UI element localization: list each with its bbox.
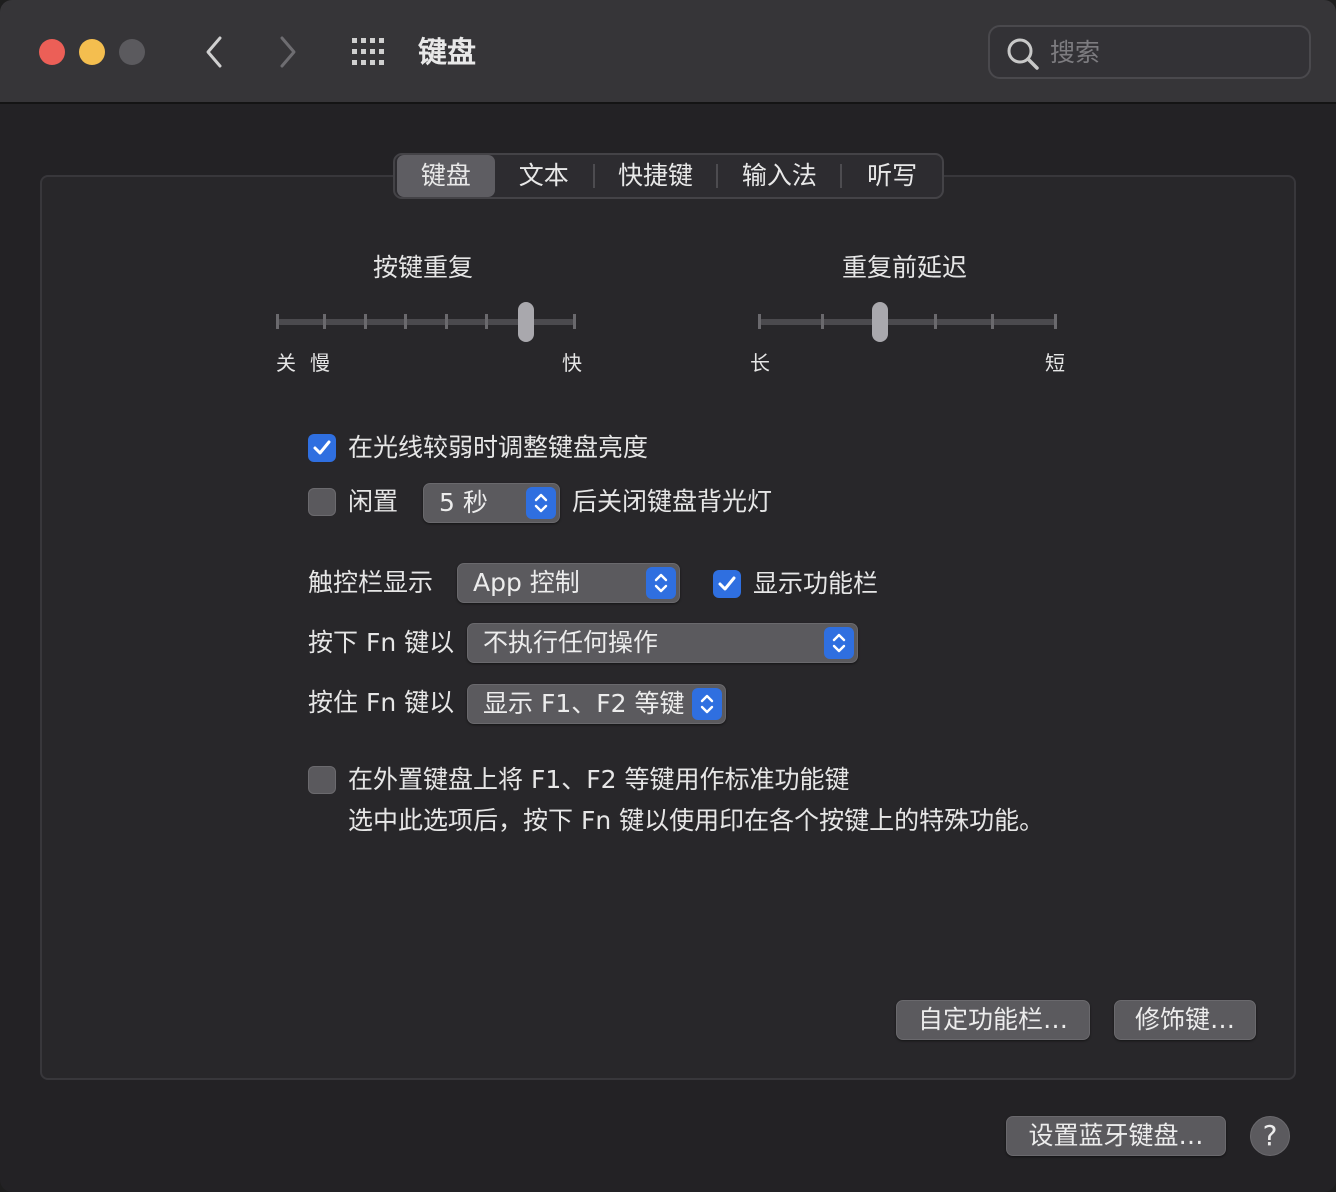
key-repeat-label-slow: 慢 (310, 351, 330, 375)
press-fn-value: 不执行任何操作 (483, 628, 659, 657)
hold-fn-label: 按住 Fn 键以 (308, 688, 455, 717)
checkmark-icon (718, 576, 736, 591)
adjust-brightness-label: 在光线较弱时调整键盘亮度 (348, 433, 649, 462)
repeat-delay-title: 重复前延迟 (842, 253, 968, 282)
touch-bar-shows-label: 触控栏显示 (308, 568, 434, 597)
updown-chevron-icon (526, 487, 556, 519)
slider-tick (485, 314, 488, 329)
customize-control-strip-button[interactable]: 自定功能栏… (896, 1000, 1090, 1040)
tab-dictation[interactable]: 听写 (842, 155, 942, 197)
show-all-grid-icon[interactable] (350, 36, 390, 68)
system-preferences-window: 键盘 键盘 文本 快捷键 输入法 听写 按键重复 关 慢 快 重 (0, 0, 1336, 1192)
close-button[interactable] (39, 39, 65, 65)
use-f-keys-label: 在外置键盘上将 F1、F2 等键用作标准功能键 (348, 765, 850, 794)
use-f-keys-checkbox[interactable] (308, 766, 336, 794)
hold-fn-value: 显示 F1、F2 等键 (483, 689, 685, 718)
search-input[interactable] (1050, 27, 1290, 77)
help-button[interactable]: ? (1250, 1116, 1290, 1156)
tab-bar: 键盘 文本 快捷键 输入法 听写 (393, 153, 944, 199)
updown-chevron-icon (646, 567, 676, 599)
back-button[interactable] (194, 30, 234, 74)
slider-tick (404, 314, 407, 329)
tab-shortcuts[interactable]: 快捷键 (595, 155, 717, 197)
backlight-off-suffix: 后关闭键盘背光灯 (572, 487, 773, 516)
press-fn-popup[interactable]: 不执行任何操作 (467, 623, 858, 663)
slider-tick (1054, 314, 1057, 329)
setup-bluetooth-keyboard-button[interactable]: 设置蓝牙键盘… (1006, 1116, 1226, 1156)
tab-text[interactable]: 文本 (495, 155, 593, 197)
slider-tick (934, 314, 937, 329)
tab-input-sources[interactable]: 输入法 (718, 155, 840, 197)
slider-tick (364, 314, 367, 329)
tab-keyboard[interactable]: 键盘 (397, 155, 495, 197)
slider-tick (323, 314, 326, 329)
slider-tick (573, 314, 576, 329)
forward-button[interactable] (268, 30, 308, 74)
slider-track (759, 319, 1057, 325)
repeat-delay-label-short: 短 (1045, 351, 1065, 375)
adjust-brightness-checkbox[interactable] (308, 434, 336, 462)
repeat-delay-label-long: 长 (750, 351, 770, 375)
hold-fn-popup[interactable]: 显示 F1、F2 等键 (467, 684, 726, 724)
search-field[interactable] (988, 25, 1311, 79)
chevron-right-icon (280, 36, 296, 68)
touch-bar-shows-popup[interactable]: App 控制 (457, 563, 680, 603)
press-fn-label: 按下 Fn 键以 (308, 628, 455, 657)
minimize-button[interactable] (79, 39, 105, 65)
window-title: 键盘 (418, 35, 477, 69)
slider-tick (445, 314, 448, 329)
backlight-off-prefix: 闲置 (348, 487, 399, 516)
backlight-timeout-popup[interactable]: 5 秒 (423, 483, 560, 523)
chevron-left-icon (206, 36, 222, 68)
updown-chevron-icon (692, 688, 722, 720)
slider-tick (758, 314, 761, 329)
modifier-keys-button[interactable]: 修饰键… (1114, 1000, 1256, 1040)
backlight-timeout-value: 5 秒 (439, 488, 488, 517)
key-repeat-title: 按键重复 (373, 253, 474, 282)
show-control-strip-label: 显示功能栏 (753, 569, 879, 598)
backlight-off-checkbox[interactable] (308, 488, 336, 516)
search-icon (1007, 38, 1039, 70)
repeat-delay-thumb[interactable] (872, 302, 888, 342)
zoom-button[interactable] (119, 39, 145, 65)
key-repeat-thumb[interactable] (518, 302, 534, 342)
touch-bar-shows-value: App 控制 (473, 568, 580, 597)
show-control-strip-checkbox[interactable] (713, 570, 741, 598)
key-repeat-label-fast: 快 (562, 351, 582, 375)
updown-chevron-icon (824, 627, 854, 659)
checkmark-icon (313, 440, 331, 455)
title-bar: 键盘 (0, 0, 1336, 104)
key-repeat-label-off: 关 (276, 351, 296, 375)
slider-tick (276, 314, 279, 329)
use-f-keys-description: 选中此选项后，按下 Fn 键以使用印在各个按键上的特殊功能。 (348, 806, 1045, 835)
slider-tick (821, 314, 824, 329)
slider-tick (991, 314, 994, 329)
